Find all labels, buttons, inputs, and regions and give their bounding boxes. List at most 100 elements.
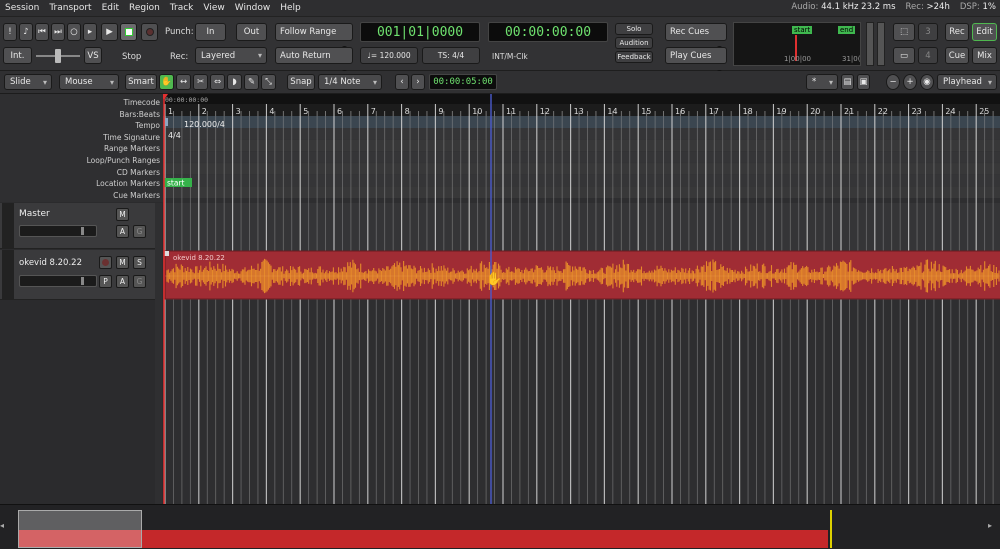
save-layout-button[interactable]: ▣: [857, 74, 870, 90]
edit-mode-select[interactable]: Slide: [4, 74, 52, 90]
feedback-indicator[interactable]: Feedback: [615, 51, 653, 63]
group-button[interactable]: G: [133, 225, 146, 238]
menu-session[interactable]: Session: [0, 3, 44, 13]
group-button[interactable]: G: [133, 275, 146, 288]
solo-indicator[interactable]: Solo: [615, 23, 653, 35]
draw-tool-button[interactable]: ✎: [244, 74, 259, 90]
solo-button[interactable]: S: [133, 256, 146, 269]
playlist-button[interactable]: P: [99, 275, 112, 288]
nudge-clock[interactable]: 00:00:05:00: [429, 74, 497, 90]
mute-button[interactable]: M: [116, 256, 129, 269]
summary-viewport[interactable]: [18, 510, 142, 548]
layout-4-button[interactable]: 4: [918, 47, 938, 64]
start-marker-label[interactable]: start: [167, 179, 185, 188]
menu-track[interactable]: Track: [165, 3, 199, 13]
metronome-button[interactable]: ♪: [19, 23, 33, 41]
snap-button[interactable]: Snap: [287, 74, 315, 90]
punch-out-button[interactable]: Out: [236, 23, 267, 41]
zoom-session-button[interactable]: ◉: [920, 74, 934, 90]
content-tool-button[interactable]: ⤡: [261, 74, 276, 90]
menu-transport[interactable]: Transport: [44, 3, 96, 13]
stretch-tool-button[interactable]: ⇔: [210, 74, 225, 90]
ruler-label-timecode[interactable]: Timecode: [124, 98, 160, 107]
tempo-marker-label[interactable]: 120.000/4: [184, 120, 225, 129]
shuttle-slider-handle[interactable]: [55, 49, 61, 63]
zoom-focus-select[interactable]: Playhead: [937, 74, 997, 90]
track-header-audio[interactable]: okevid 8.20.22 M S P A G: [0, 250, 162, 300]
follow-range-button[interactable]: Follow Range: [275, 23, 353, 41]
ruler-label-bars-beats[interactable]: Bars:Beats: [120, 110, 160, 119]
tempo-marker[interactable]: [165, 118, 168, 126]
rec-cues-button[interactable]: Rec Cues: [665, 23, 727, 41]
rec-window-button[interactable]: Rec: [945, 23, 969, 41]
ruler-label-range-markers[interactable]: Range Markers: [104, 144, 160, 153]
track-header-master[interactable]: Master M A G: [0, 203, 162, 249]
scroll-left-icon[interactable]: ◂: [0, 521, 12, 535]
layout-toggle-button[interactable]: ▭: [893, 47, 915, 64]
ruler-label-tempo[interactable]: Tempo: [135, 121, 160, 130]
menu-window[interactable]: Window: [230, 3, 276, 13]
track-name[interactable]: Master: [19, 209, 50, 219]
goto-start-button[interactable]: ⏮: [35, 23, 49, 41]
summary-pane[interactable]: ◂ ▸: [0, 504, 1000, 549]
scroll-right-icon[interactable]: ▸: [988, 521, 1000, 535]
nudge-forward-button[interactable]: ›: [411, 74, 425, 90]
internal-sync-button[interactable]: Int.: [3, 47, 32, 64]
visible-tracks-button[interactable]: ▤: [841, 74, 854, 90]
record-button[interactable]: [141, 23, 158, 41]
menu-view[interactable]: View: [198, 3, 229, 13]
rec-arm-button[interactable]: [99, 256, 112, 269]
range-tool-button[interactable]: ↔: [176, 74, 191, 90]
ruler-label-loop-punch[interactable]: Loop/Punch Ranges: [87, 156, 160, 165]
meter-marker-label[interactable]: 4/4: [168, 131, 181, 140]
loop-button[interactable]: ○: [67, 23, 81, 41]
layout-3-button[interactable]: 3: [918, 23, 938, 41]
mini-timeline[interactable]: start end 1|00|00 31|0(: [733, 22, 861, 66]
goto-end-button[interactable]: ⏭: [51, 23, 65, 41]
primary-clock[interactable]: 001|01|0000: [360, 22, 480, 42]
mix-window-button[interactable]: Mix: [972, 47, 997, 64]
play-button[interactable]: ▶: [101, 23, 118, 41]
play-cues-button[interactable]: Play Cues: [665, 47, 727, 64]
secondary-clock[interactable]: 00:00:00:00: [488, 22, 608, 42]
tempo-display[interactable]: ♩= 120.000: [360, 47, 418, 64]
gain-fader[interactable]: [19, 275, 97, 287]
menu-edit[interactable]: Edit: [97, 3, 124, 13]
ruler-label-time-signature[interactable]: Time Signature: [103, 133, 160, 142]
nudge-back-button[interactable]: ‹: [395, 74, 409, 90]
zoom-preset-select[interactable]: *: [806, 74, 838, 90]
meter-display[interactable]: TS: 4/4: [422, 47, 480, 64]
automation-button[interactable]: A: [116, 225, 129, 238]
zoom-in-button[interactable]: +: [903, 74, 917, 90]
cut-tool-button[interactable]: ✂: [193, 74, 208, 90]
audition-tool-button[interactable]: ◗: [227, 74, 242, 90]
audition-indicator[interactable]: Audition: [615, 37, 653, 49]
punch-in-button[interactable]: In: [195, 23, 226, 41]
varispeed-button[interactable]: VS: [84, 47, 102, 64]
timecode-ruler[interactable]: [163, 94, 1000, 104]
cue-window-button[interactable]: Cue: [945, 47, 969, 64]
track-name[interactable]: okevid 8.20.22: [19, 258, 82, 268]
ruler-label-location-markers[interactable]: Location Markers: [96, 179, 160, 188]
play-range-button[interactable]: ▸: [83, 23, 97, 41]
editor-canvas[interactable]: 1 2 3 4 5 6 7 8 9 10 11 12 13 14 15 16 17 18 19 20 21 22 23 24 2…: [163, 94, 1000, 504]
menu-help[interactable]: Help: [275, 3, 306, 13]
gain-fader[interactable]: [19, 225, 97, 237]
automation-button[interactable]: A: [116, 275, 129, 288]
edit-window-button[interactable]: Edit: [972, 23, 997, 41]
timeline-svg[interactable]: 1 2 3 4 5 6 7 8 9 10 11 12 13 14 15 16 17 18 19 20 21 22 23 24 2…: [163, 94, 1000, 504]
menu-region[interactable]: Region: [124, 3, 165, 13]
panic-button[interactable]: !: [3, 23, 17, 41]
grab-tool-button[interactable]: ✋: [159, 74, 174, 90]
tool-mode-select[interactable]: Mouse: [59, 74, 119, 90]
mute-button[interactable]: M: [116, 208, 129, 221]
grid-type-select[interactable]: 1/4 Note: [318, 74, 382, 90]
stop-button[interactable]: [120, 23, 137, 41]
maximize-editor-button[interactable]: ⬚: [893, 23, 915, 41]
smart-mode-button[interactable]: Smart: [125, 74, 157, 90]
auto-return-button[interactable]: Auto Return: [275, 47, 353, 64]
ruler-label-cd-markers[interactable]: CD Markers: [117, 168, 160, 177]
rec-mode-select[interactable]: Layered: [195, 47, 267, 64]
zoom-out-button[interactable]: −: [886, 74, 900, 90]
ruler-label-cue-markers[interactable]: Cue Markers: [113, 191, 160, 200]
